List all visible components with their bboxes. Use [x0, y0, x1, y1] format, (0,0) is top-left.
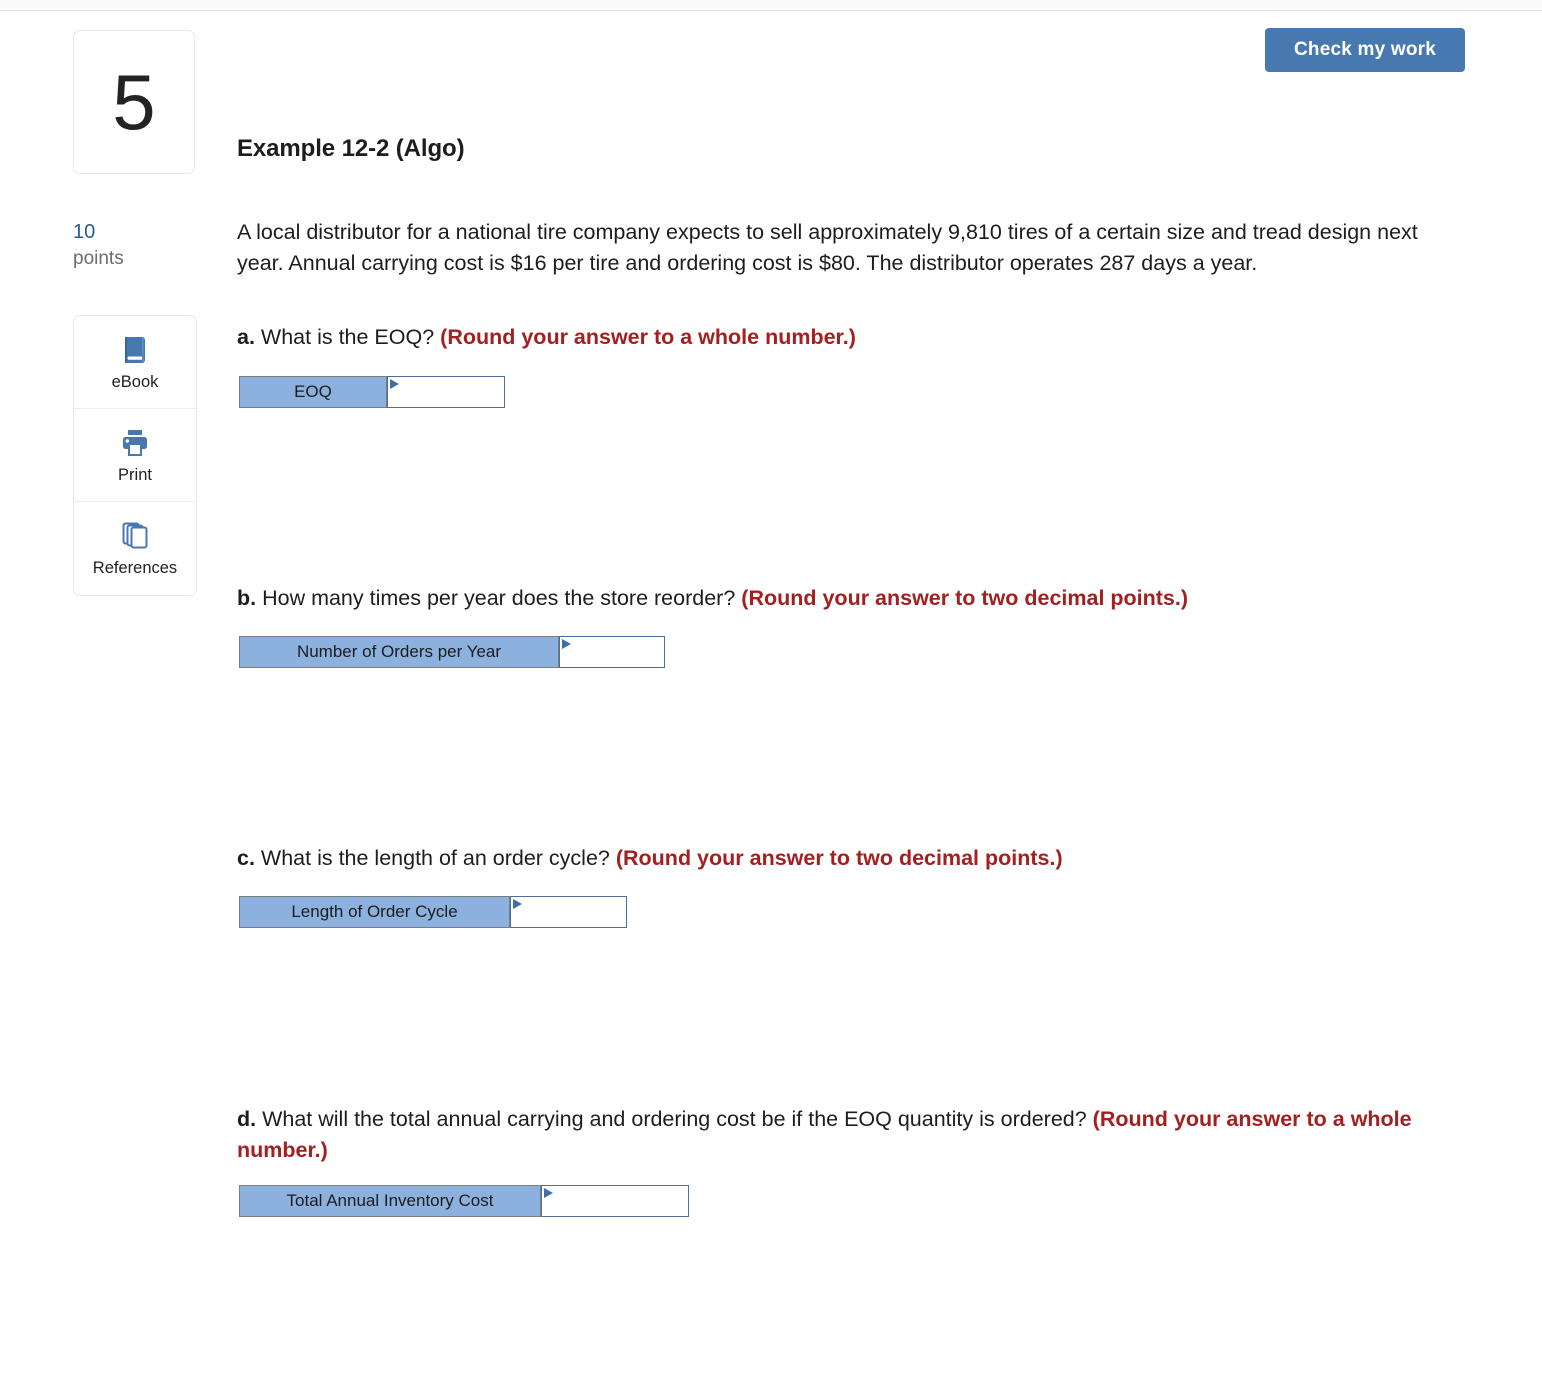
check-my-work-button[interactable]: Check my work [1265, 28, 1465, 72]
tool-references[interactable]: References [74, 502, 196, 595]
question-a-text: a. What is the EOQ? (Round your answer t… [237, 322, 1482, 353]
answer-row-b: Number of Orders per Year [239, 636, 665, 668]
question-d-text: d. What will the total annual carrying a… [237, 1104, 1482, 1165]
question-number-box: 5 [73, 30, 195, 174]
answer-input-order-cycle[interactable] [510, 896, 627, 928]
tool-label-print: Print [118, 465, 152, 484]
points-block: 10 points [73, 219, 195, 272]
question-a-letter: a. [237, 325, 255, 349]
question-c-text: c. What is the length of an order cycle?… [237, 843, 1482, 874]
printer-icon [118, 426, 152, 460]
tool-print[interactable]: Print [74, 409, 196, 502]
top-bar-strip [0, 0, 1542, 11]
points-value: 10 [73, 221, 96, 243]
question-c-body: What is the length of an order cycle? [254, 846, 616, 870]
question-number: 5 [112, 58, 156, 146]
question-prompt: A local distributor for a national tire … [237, 220, 1418, 275]
tool-label-ebook: eBook [111, 372, 159, 391]
answer-label-orders-per-year: Number of Orders per Year [239, 636, 559, 668]
question-d-letter: d. [237, 1107, 257, 1131]
answer-label-total-inventory-cost: Total Annual Inventory Cost [239, 1185, 541, 1217]
question-b-hint: (Round your answer to two decimal points… [741, 586, 1189, 610]
answer-row-c: Length of Order Cycle [239, 896, 627, 928]
page-title: Example 12-2 (Algo) [237, 135, 465, 162]
question-b-body: How many times per year does the store r… [256, 586, 742, 610]
question-b-text: b. How many times per year does the stor… [237, 583, 1482, 614]
answer-label-order-cycle: Length of Order Cycle [239, 896, 510, 928]
book-icon [118, 333, 152, 367]
answer-row-a: EOQ [239, 376, 505, 408]
question-c-letter: c. [237, 846, 255, 870]
answer-input-orders-per-year[interactable] [559, 636, 665, 668]
points-label: points [73, 248, 124, 269]
question-b-letter: b. [237, 586, 257, 610]
question-d-body: What will the total annual carrying and … [256, 1107, 1093, 1131]
question-c-hint: (Round your answer to two decimal points… [615, 846, 1063, 870]
answer-input-total-inventory-cost[interactable] [541, 1185, 689, 1217]
question-a-body: What is the EOQ? [254, 325, 441, 349]
tool-panel: eBook Print References [73, 315, 197, 596]
tool-label-references: References [92, 559, 178, 577]
tool-ebook[interactable]: eBook [74, 316, 196, 409]
answer-label-eoq: EOQ [239, 376, 387, 408]
answer-row-d: Total Annual Inventory Cost [239, 1185, 689, 1217]
copy-pages-icon [118, 519, 152, 553]
answer-input-eoq[interactable] [387, 376, 505, 408]
question-a-hint: (Round your answer to a whole number.) [440, 325, 856, 349]
